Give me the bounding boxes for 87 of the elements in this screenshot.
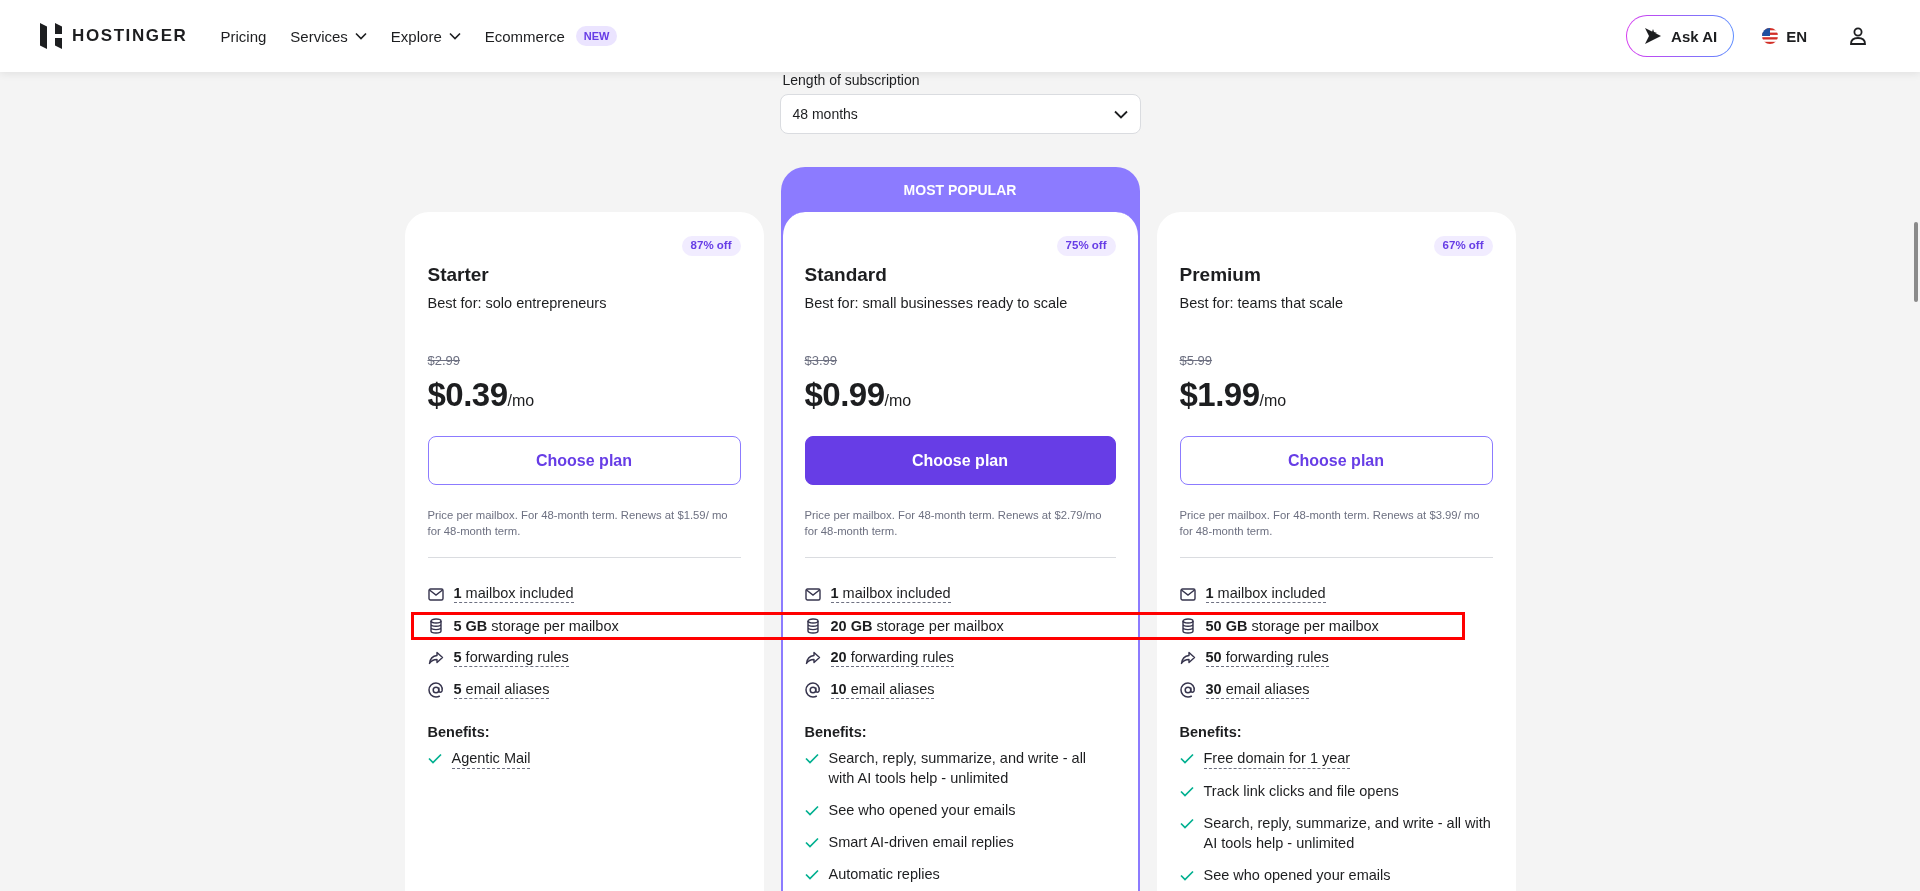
checkmark-icon	[1179, 870, 1194, 881]
benefit-text: Track link clicks and file opens	[1203, 782, 1399, 801]
benefit-text: Free domain for 1 year	[1203, 748, 1351, 769]
price-period: /mo	[884, 392, 912, 410]
benefit-text: See who opened your emails	[1203, 866, 1391, 885]
envelope-icon	[427, 587, 444, 601]
price: $0.99	[804, 376, 885, 414]
benefits-heading: Benefits:	[804, 724, 868, 740]
benefits-heading: Benefits:	[1179, 724, 1243, 740]
feature-text: 30 email aliases	[1205, 681, 1310, 699]
feature-text: 50 GB storage per mailbox	[1205, 617, 1379, 635]
chevron-down-icon	[448, 32, 461, 40]
forward-arrow-icon	[804, 651, 821, 665]
discount-badge: 67% off	[1433, 236, 1493, 256]
old-price: $3.99	[804, 353, 839, 368]
old-price: $2.99	[427, 353, 462, 368]
price-note: Price per mailbox. For 48-month term. Renews at $1.59/ mo for 48-month term.	[427, 508, 729, 539]
new-badge: NEW	[575, 26, 618, 46]
field-label: Length of subscription	[782, 72, 921, 88]
nav-link[interactable]: Pricing	[220, 27, 267, 45]
benefit-text: Smart AI-driven email replies	[828, 833, 1014, 852]
feature-text: 10 email aliases	[830, 681, 935, 699]
database-icon	[804, 618, 821, 634]
checkmark-icon	[804, 837, 819, 848]
plan-name: Premium	[1179, 264, 1262, 286]
envelope-icon	[804, 587, 821, 601]
feature-text: 1 mailbox included	[453, 585, 574, 603]
feature-text: 50 forwarding rules	[1205, 649, 1329, 667]
plan-subtitle: Best for: teams that scale	[1179, 295, 1345, 311]
plan-subtitle: Best for: solo entrepreneurs	[427, 295, 608, 311]
checkmark-icon	[804, 869, 819, 880]
logo-icon[interactable]	[40, 23, 62, 49]
forward-arrow-icon	[427, 651, 444, 665]
checkmark-icon	[804, 805, 819, 816]
benefits-heading: Benefits:	[427, 724, 491, 740]
choose-plan-button[interactable]: Choose plan	[427, 436, 741, 485]
price-period: /mo	[1259, 392, 1287, 410]
checkmark-icon	[427, 753, 442, 764]
database-icon	[1179, 618, 1196, 634]
feature-text: 1 mailbox included	[830, 585, 951, 603]
user-icon[interactable]	[1849, 27, 1867, 45]
chevron-down-icon	[354, 32, 367, 40]
nav-link[interactable]: Explore	[390, 27, 461, 45]
feature-text: 20 forwarding rules	[830, 649, 954, 667]
ribbon-label: MOST POPULAR	[903, 181, 1017, 198]
price-note: Price per mailbox. For 48-month term. Renews at $3.99/ mo for 48-month term.	[1179, 508, 1481, 539]
ask-ai-button[interactable]: Ask AI	[1626, 15, 1735, 57]
benefit-text: See who opened your emails	[828, 801, 1016, 820]
forward-arrow-icon	[1179, 651, 1196, 665]
feature-text: 5 forwarding rules	[453, 649, 569, 667]
plan-name: Starter	[427, 264, 490, 286]
price: $0.39	[427, 376, 508, 414]
price-note: Price per mailbox. For 48-month term. Renews at $2.79/mo for 48-month term.	[804, 508, 1103, 539]
benefit-text: Search, reply, summarize, and write - all with AI tools help - unlimited	[1203, 814, 1492, 853]
scrollbar-thumb[interactable]	[1914, 222, 1918, 302]
nav-link[interactable]: Ecommerce NEW	[484, 26, 618, 46]
envelope-icon	[1179, 587, 1196, 601]
at-sign-icon	[804, 682, 821, 698]
flag-icon	[1762, 28, 1779, 44]
brand-name[interactable]: HOSTINGER	[72, 26, 188, 46]
plan-name: Standard	[804, 264, 888, 286]
price-period: /mo	[507, 392, 535, 410]
checkmark-icon	[1179, 786, 1194, 797]
checkmark-icon	[1179, 753, 1194, 764]
choose-plan-button[interactable]: Choose plan	[804, 436, 1116, 485]
discount-badge: 75% off	[1056, 236, 1116, 256]
language-selector[interactable]: EN	[1762, 27, 1807, 45]
database-icon	[427, 618, 444, 634]
feature-text: 5 email aliases	[453, 681, 550, 699]
discount-badge: 87% off	[681, 236, 741, 256]
price: $1.99	[1179, 376, 1260, 414]
feature-text: 5 GB storage per mailbox	[453, 617, 619, 635]
benefit-text: Search, reply, summarize, and write - all with AI tools help - unlimited	[828, 749, 1088, 788]
at-sign-icon	[1179, 682, 1196, 698]
checkmark-icon	[804, 753, 819, 764]
nav-link[interactable]: Services	[290, 27, 367, 45]
at-sign-icon	[427, 682, 444, 698]
feature-text: 20 GB storage per mailbox	[830, 617, 1004, 635]
subscription-dropdown[interactable]: 48 months	[779, 94, 1141, 134]
feature-text: 1 mailbox included	[1205, 585, 1326, 603]
choose-plan-button[interactable]: Choose plan	[1179, 436, 1493, 485]
benefit-text: Agentic Mail	[451, 748, 531, 769]
chevron-down-icon	[1113, 109, 1128, 119]
plan-subtitle: Best for: small businesses ready to scale	[804, 295, 1069, 311]
benefit-text: Automatic replies	[828, 865, 940, 884]
checkmark-icon	[1179, 818, 1194, 829]
old-price: $5.99	[1179, 353, 1214, 368]
